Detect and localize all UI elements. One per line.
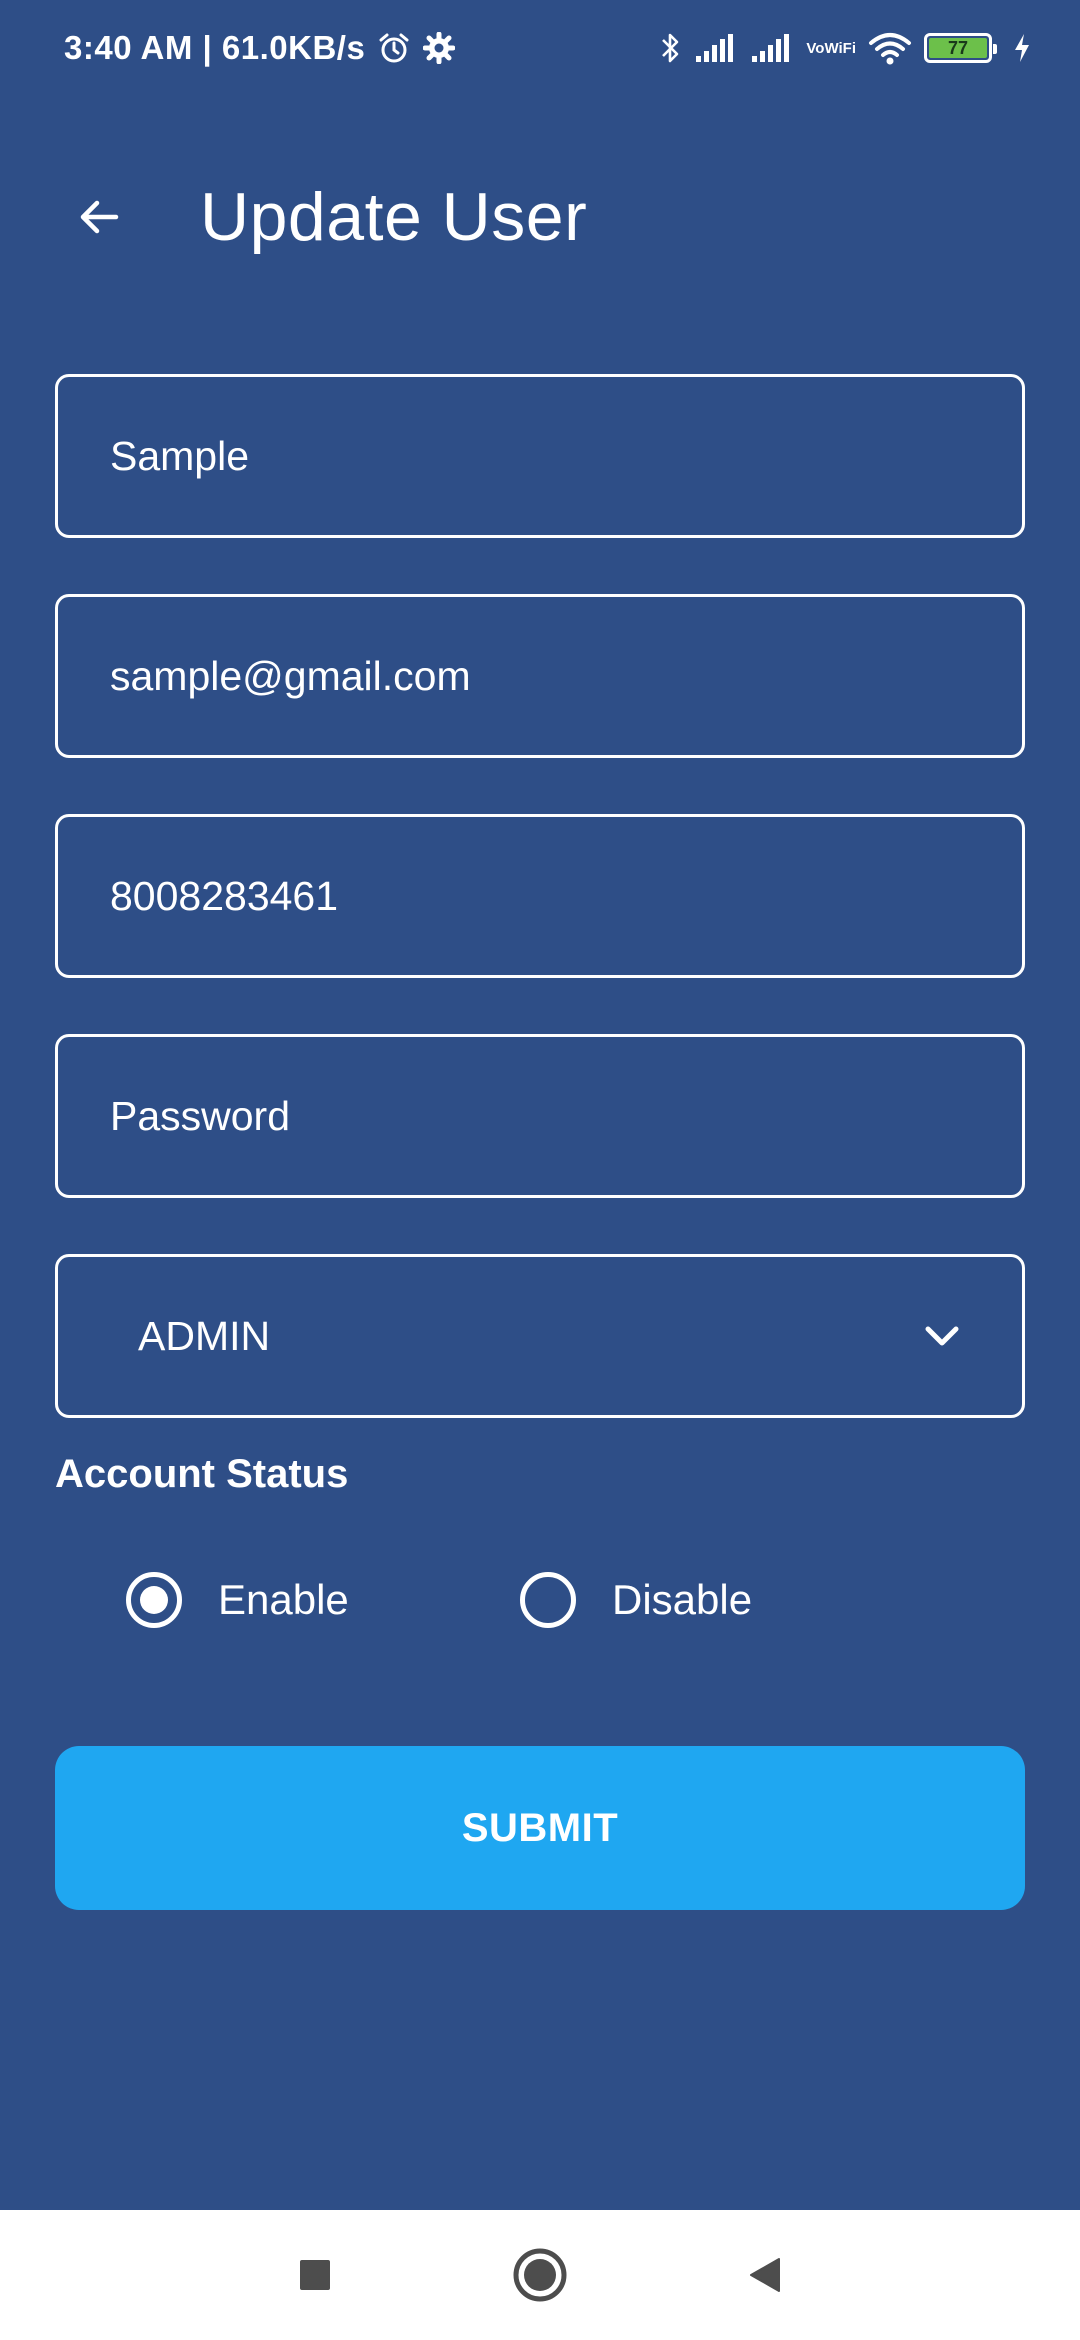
chevron-down-icon <box>925 1326 959 1346</box>
password-field[interactable] <box>55 1034 1025 1198</box>
password-input[interactable] <box>110 1092 1022 1140</box>
phone-input[interactable] <box>110 872 1022 920</box>
submit-button[interactable]: SUBMIT <box>55 1746 1025 1910</box>
account-status-label: Account Status <box>55 1452 349 1496</box>
system-nav-bar <box>0 2210 1080 2340</box>
alarm-icon <box>377 31 411 65</box>
radio-selected-dot <box>140 1586 168 1614</box>
home-button[interactable] <box>510 2245 570 2305</box>
triangle-back-icon <box>750 2258 780 2292</box>
vowifi-line-1: Vo <box>806 39 825 57</box>
radio-enable[interactable]: Enable <box>126 1560 349 1640</box>
email-input[interactable] <box>110 652 1022 700</box>
app-header: Update User <box>0 150 1080 280</box>
signal-icon <box>750 32 794 64</box>
square-icon <box>300 2260 330 2290</box>
recents-button[interactable] <box>285 2245 345 2305</box>
page-title: Update User <box>200 179 588 255</box>
battery-level: 77 <box>929 38 987 58</box>
role-select[interactable]: ADMIN <box>55 1254 1025 1418</box>
status-bar: 3:40 AM | 61.0KB/s Vo WiFi 77 <box>0 0 1080 96</box>
radio-disable-label: Disable <box>612 1576 753 1623</box>
back-button[interactable] <box>62 180 136 254</box>
update-user-screen: 3:40 AM | 61.0KB/s Vo WiFi 77 Update Use… <box>0 0 1080 2340</box>
vowifi-line-2: WiFi <box>824 39 856 57</box>
arrow-left-icon <box>80 200 119 234</box>
radio-disable-circle[interactable] <box>520 1572 576 1628</box>
radio-enable-label: Enable <box>218 1576 349 1623</box>
vowifi-icon: Vo WiFi <box>806 41 856 56</box>
battery-icon: 77 <box>924 33 997 63</box>
email-field[interactable] <box>55 594 1025 758</box>
wifi-icon <box>868 31 912 65</box>
radio-disable[interactable]: Disable <box>520 1560 752 1640</box>
role-select-value: ADMIN <box>138 1312 271 1359</box>
name-input[interactable] <box>110 432 1022 480</box>
status-bar-right: Vo WiFi 77 <box>658 30 1032 66</box>
phone-field[interactable] <box>55 814 1025 978</box>
account-status-radio-group: Enable Disable <box>0 1560 1080 1640</box>
gear-icon <box>423 32 456 64</box>
name-field[interactable] <box>55 374 1025 538</box>
signal-icon <box>694 32 738 64</box>
status-bar-left: 3:40 AM | 61.0KB/s <box>64 29 456 67</box>
radio-enable-circle[interactable] <box>126 1572 182 1628</box>
status-time: 3:40 AM | 61.0KB/s <box>64 29 366 66</box>
charging-icon <box>1012 32 1032 64</box>
back-nav-button[interactable] <box>735 2245 795 2305</box>
bluetooth-icon <box>658 30 682 66</box>
circle-home-icon <box>513 2248 567 2302</box>
